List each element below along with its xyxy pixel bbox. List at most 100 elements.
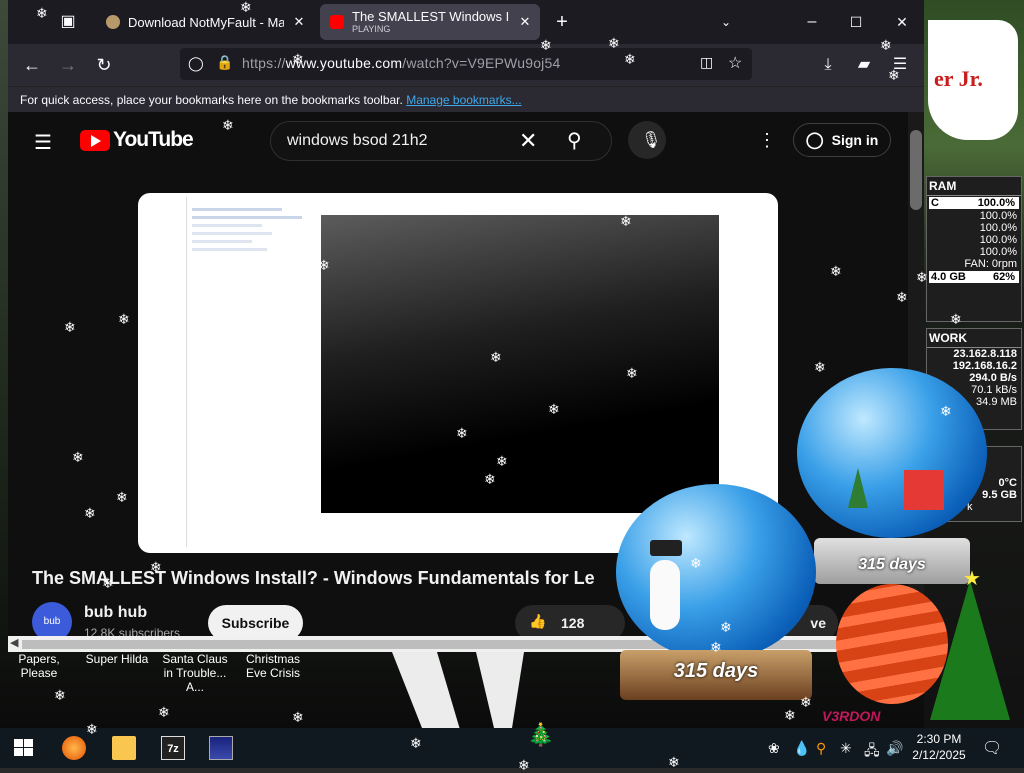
page-scrollbar-thumb[interactable]: [910, 130, 922, 210]
scroll-left-icon[interactable]: ◀: [10, 636, 18, 649]
snowflake-icon: ❄: [54, 687, 66, 703]
tracking-shield-icon[interactable]: ◯: [188, 55, 204, 72]
search-input[interactable]: windows bsod 21h2: [287, 132, 428, 150]
snowflake-icon: ❄: [496, 453, 508, 469]
tab-notmyfault[interactable]: Download NotMyFault - MajorG ✕: [96, 4, 314, 40]
snowflake-icon: ❄: [318, 257, 330, 273]
voice-search-mic-icon[interactable]: 🎙: [628, 121, 666, 159]
app-window-taskbar-icon[interactable]: [209, 736, 233, 760]
minimize-icon[interactable]: –: [794, 4, 830, 40]
url-text: https://www.youtube.com/watch?v=V9EPWu9o…: [242, 55, 561, 71]
firefox-taskbar-icon[interactable]: [62, 736, 86, 760]
reload-icon[interactable]: ↻: [86, 47, 122, 83]
snowflake-icon: ❄: [540, 37, 552, 53]
snowflake-icon: ❄: [784, 707, 796, 723]
ram-meter-value: 100.0%: [979, 210, 1017, 222]
clock-date: 2/12/2025: [912, 748, 966, 762]
notmyfault-favicon: [106, 15, 120, 29]
tray-droplet-icon[interactable]: 💧: [793, 740, 810, 757]
bookmark-star-icon[interactable]: ☆: [728, 53, 742, 73]
tray-app-icon[interactable]: ❀: [768, 740, 780, 757]
snowflake-icon: ❄: [518, 757, 530, 773]
windows-start-icon[interactable]: [14, 739, 34, 757]
youtube-favicon: [330, 15, 344, 29]
close-tab-icon[interactable]: ✕: [516, 14, 534, 30]
guide-menu-icon[interactable]: ☰: [34, 130, 52, 155]
search-icon[interactable]: ⚲: [567, 128, 582, 153]
more-options-icon[interactable]: ⋮: [758, 130, 776, 151]
tab-youtube-active[interactable]: The SMALLEST Windows Install PLAYING ✕: [320, 4, 540, 40]
snowflake-icon: ❄: [888, 67, 900, 83]
snowflake-icon: ❄: [690, 555, 702, 571]
desktop-icon-santa-claus[interactable]: Santa Claus in Trouble... A...: [156, 652, 234, 694]
ram-meter-label-c: C: [931, 197, 939, 209]
sign-in-button[interactable]: ◯ Sign in: [793, 123, 891, 157]
7zip-taskbar-icon[interactable]: 7z: [161, 736, 185, 760]
back-arrow-icon[interactable]: ←: [14, 47, 50, 83]
snowflake-icon: ❄: [86, 721, 98, 737]
like-count: 128: [561, 615, 585, 631]
close-tab-icon[interactable]: ✕: [290, 14, 308, 30]
wallpaper-watermark: V3RDON: [822, 708, 881, 724]
new-tab-icon[interactable]: +: [544, 4, 580, 40]
lock-icon[interactable]: 🔒: [216, 54, 233, 71]
snowflake-icon: ❄: [940, 403, 952, 419]
video-frame-list: [192, 203, 312, 303]
search-box[interactable]: windows bsod 21h2 ✕ ⚲: [270, 121, 612, 161]
snow-globe-small-label: 315 days: [673, 660, 759, 682]
snowflake-icon: ❄: [484, 471, 496, 487]
manage-bookmarks-link[interactable]: Manage bookmarks...: [406, 93, 521, 107]
tab-playing-status: PLAYING: [352, 24, 391, 34]
ram-meter-title: RAM: [927, 177, 1021, 196]
snowflake-icon: ❄: [608, 35, 620, 51]
tab-bar: ▣ Download NotMyFault - MajorG ✕ The SMA…: [8, 0, 924, 44]
notifications-icon[interactable]: 🗨: [982, 738, 1002, 758]
clear-search-icon[interactable]: ✕: [519, 128, 537, 154]
account-icon: ◯: [805, 132, 824, 149]
snowflake-icon: ❄: [720, 619, 732, 635]
snowflake-icon: ❄: [800, 694, 812, 710]
snowflake-icon: ❄: [240, 0, 252, 15]
ram-meter-widget: RAM C 100.0% 100.0% 100.0% 100.0% 100.0% …: [926, 176, 1022, 322]
desktop-icon-papers-please[interactable]: Papers, Please: [0, 652, 78, 680]
channel-name[interactable]: bub hub: [84, 604, 147, 622]
desktop-icon-christmas-eve-crisis[interactable]: Christmas Eve Crisis: [234, 652, 312, 680]
snow-globe-large-label: 315 days: [858, 556, 926, 573]
bookmarks-hint: For quick access, place your bookmarks h…: [20, 93, 522, 107]
tray-star-icon[interactable]: ✳: [840, 740, 852, 757]
youtube-logo[interactable]: YouTube: [80, 128, 194, 152]
globe-snowman-icon: [650, 560, 680, 630]
snowflake-icon: ❄: [84, 505, 96, 521]
maximize-icon[interactable]: ☐: [838, 4, 874, 40]
taskbar-clock[interactable]: 2:30 PM 2/12/2025: [904, 731, 974, 763]
snowflake-icon: ❄: [36, 5, 48, 21]
picture-in-picture-icon[interactable]: ◫: [700, 54, 713, 71]
tray-search-icon[interactable]: ⚲: [816, 740, 826, 757]
volume-icon[interactable]: 🔊: [886, 740, 903, 757]
snowflake-icon: ❄: [814, 359, 826, 375]
extensions-icon[interactable]: ▰: [846, 47, 882, 83]
address-bar[interactable]: ◯ 🔒 https://www.youtube.com/watch?v=V9EP…: [180, 48, 752, 80]
downloads-icon[interactable]: ⤓: [810, 47, 846, 83]
snowflake-icon: ❄: [624, 51, 636, 67]
desktop-icon-super-hilda[interactable]: Super Hilda: [78, 652, 156, 666]
file-explorer-taskbar-icon[interactable]: [112, 736, 136, 760]
snowflake-icon: ❄: [150, 559, 162, 575]
snowflake-icon: ❄: [456, 425, 468, 441]
snowflake-icon: ❄: [620, 213, 632, 229]
close-window-icon[interactable]: ✕: [884, 4, 920, 40]
tab-overview-icon[interactable]: ▣: [50, 4, 86, 40]
network-icon[interactable]: 🖧: [864, 740, 880, 764]
snowflake-icon: ❄: [64, 319, 76, 335]
tree-star-icon: ★: [963, 568, 981, 590]
forward-arrow-icon[interactable]: →: [50, 47, 86, 83]
snowflake-icon: ❄: [626, 365, 638, 381]
snowflake-icon: ❄: [72, 449, 84, 465]
clock-time: 2:30 PM: [916, 732, 962, 746]
snowflake-icon: ❄: [222, 117, 234, 133]
decorative-rings: [836, 584, 948, 704]
network-value: 23.162.8.118: [953, 348, 1017, 360]
tree-cursor-icon: 🎄: [527, 722, 555, 747]
snow-globe-small: [616, 484, 816, 660]
tab-list-chevron-down-icon[interactable]: ⌄: [708, 4, 744, 40]
